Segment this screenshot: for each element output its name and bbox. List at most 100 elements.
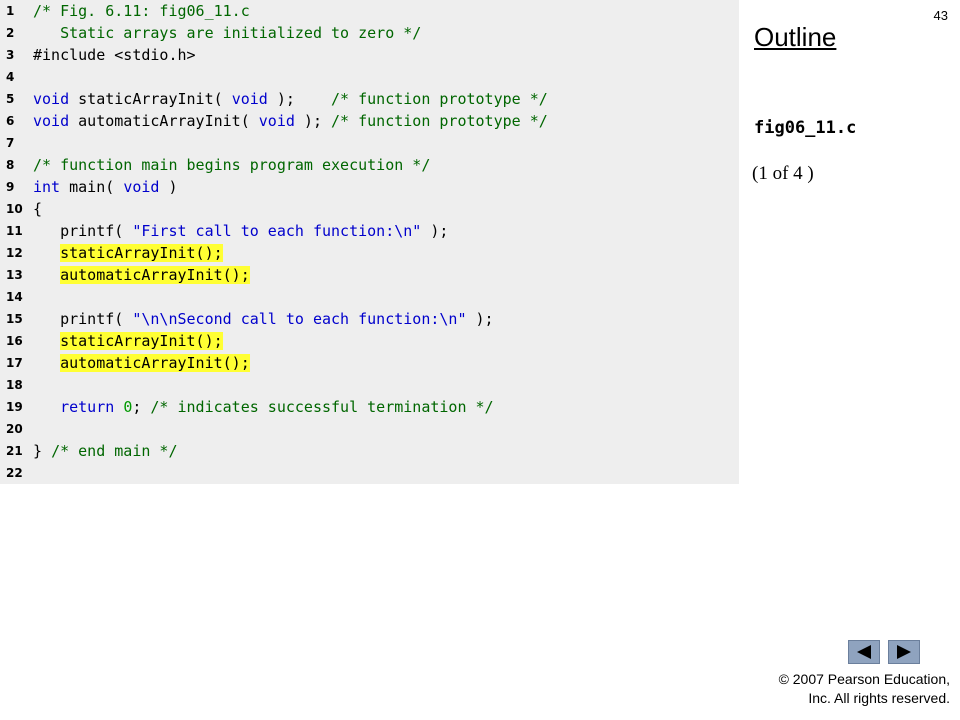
next-slide-button[interactable] [888,640,920,664]
code-token: void [258,112,295,130]
code-text: staticArrayInit(); [33,330,223,352]
code-token: Static arrays are initialized to zero */ [33,24,422,42]
highlighted-code: automaticArrayInit(); [60,266,250,284]
slide-number: 43 [933,8,948,23]
code-text: /* Fig. 6.11: fig06_11.c [33,0,250,22]
code-listing: 1 /* Fig. 6.11: fig06_11.c 2 Static arrays… [0,0,739,484]
code-line: 14 [0,286,739,308]
code-token: return [60,398,115,416]
triangle-right-icon [897,645,911,659]
highlighted-code: automaticArrayInit(); [60,354,250,372]
code-text: automaticArrayInit(); [33,264,250,286]
code-token: /* function main begins program executio… [33,156,431,174]
line-number: 10 [6,202,23,216]
code-line: 10 { [0,198,739,220]
code-token: ); [466,310,494,328]
code-text: #include <stdio.h> [33,44,196,66]
code-line: 6 void automaticArrayInit( void ); /* fun… [0,110,739,132]
code-token: /* indicates successful termination */ [150,398,494,416]
outline-title[interactable]: Outline [754,22,836,53]
code-line: 19 return 0; /* indicates successful ter… [0,396,739,418]
line-number: 13 [6,268,23,282]
code-line: 7 [0,132,739,154]
code-token: /* Fig. 6.11: fig06_11.c [33,2,250,20]
code-token: printf( [33,310,133,328]
code-line: 17 automaticArrayInit(); [0,352,739,374]
line-number: 11 [6,224,23,238]
code-text: return 0; /* indicates successful termin… [33,396,494,418]
code-token: staticArrayInit( [69,90,232,108]
code-line: 9 int main( void ) [0,176,739,198]
code-text: /* function main begins program executio… [33,154,430,176]
code-token: /* end main */ [51,442,178,460]
code-line: 3 #include <stdio.h> [0,44,739,66]
line-number: 1 [6,4,15,18]
line-number: 20 [6,422,23,436]
highlighted-code: staticArrayInit(); [60,244,223,262]
line-number: 21 [6,444,23,458]
code-token: ); [421,222,449,240]
line-number: 3 [6,48,15,62]
code-line: 15 printf( "\n\nSecond call to each func… [0,308,739,330]
code-line: 8 /* function main begins program executi… [0,154,739,176]
code-line: 16 staticArrayInit(); [0,330,739,352]
code-token: } [33,442,52,460]
code-token: #include <stdio.h> [33,46,196,64]
code-token: ; [132,398,151,416]
previous-slide-button[interactable] [848,640,880,664]
code-token: main( [60,178,124,196]
code-token: /* function prototype */ [331,112,548,130]
highlighted-code: staticArrayInit(); [60,332,223,350]
code-token: ); [267,90,332,108]
code-text: staticArrayInit(); [33,242,223,264]
code-token: printf( [33,222,133,240]
line-number: 8 [6,158,15,172]
code-line: 18 [0,374,739,396]
line-number: 16 [6,334,23,348]
copyright-line-2: Inc. All rights reserved. [808,690,950,706]
code-token: "\n\nSecond call to each function:\n" [132,310,467,328]
code-text: } /* end main */ [33,440,178,462]
line-number: 15 [6,312,23,326]
code-text: Static arrays are initialized to zero */ [33,22,421,44]
page-indicator: (1 of 4 ) [752,163,814,184]
code-text: printf( "\n\nSecond call to each functio… [33,308,494,330]
code-token: void [123,178,160,196]
code-token: ); [294,112,332,130]
line-number: 4 [6,70,15,84]
code-line: 2 Static arrays are initialized to zero … [0,22,739,44]
code-line: 21} /* end main */ [0,440,739,462]
code-text: void automaticArrayInit( void ); /* func… [33,110,548,132]
code-token: void [231,90,268,108]
code-line: 13 automaticArrayInit(); [0,264,739,286]
code-line: 22 [0,462,739,484]
line-number: 19 [6,400,23,414]
code-line: 5 void staticArrayInit( void ); /* functi… [0,88,739,110]
code-token: int [33,178,61,196]
line-number: 5 [6,92,15,106]
line-number: 18 [6,378,23,392]
line-number: 2 [6,26,15,40]
code-token: "First call to each function:\n" [132,222,422,240]
code-line: 11 printf( "First call to each function:… [0,220,739,242]
code-text: printf( "First call to each function:\n"… [33,220,448,242]
line-number: 7 [6,136,15,150]
line-number: 9 [6,180,15,194]
code-line: 4 [0,66,739,88]
code-text: int main( void ) [33,176,178,198]
line-number: 6 [6,114,15,128]
code-token: void [33,112,70,130]
code-text: automaticArrayInit(); [33,352,250,374]
code-token: /* function prototype */ [331,90,548,108]
line-number: 14 [6,290,23,304]
code-token: { [33,200,43,218]
code-line: 12 staticArrayInit(); [0,242,739,264]
code-text: { [33,198,42,220]
code-text: void staticArrayInit( void ); /* functio… [33,88,548,110]
line-number: 22 [6,466,23,480]
copyright-line-1: © 2007 Pearson Education, [778,671,950,687]
